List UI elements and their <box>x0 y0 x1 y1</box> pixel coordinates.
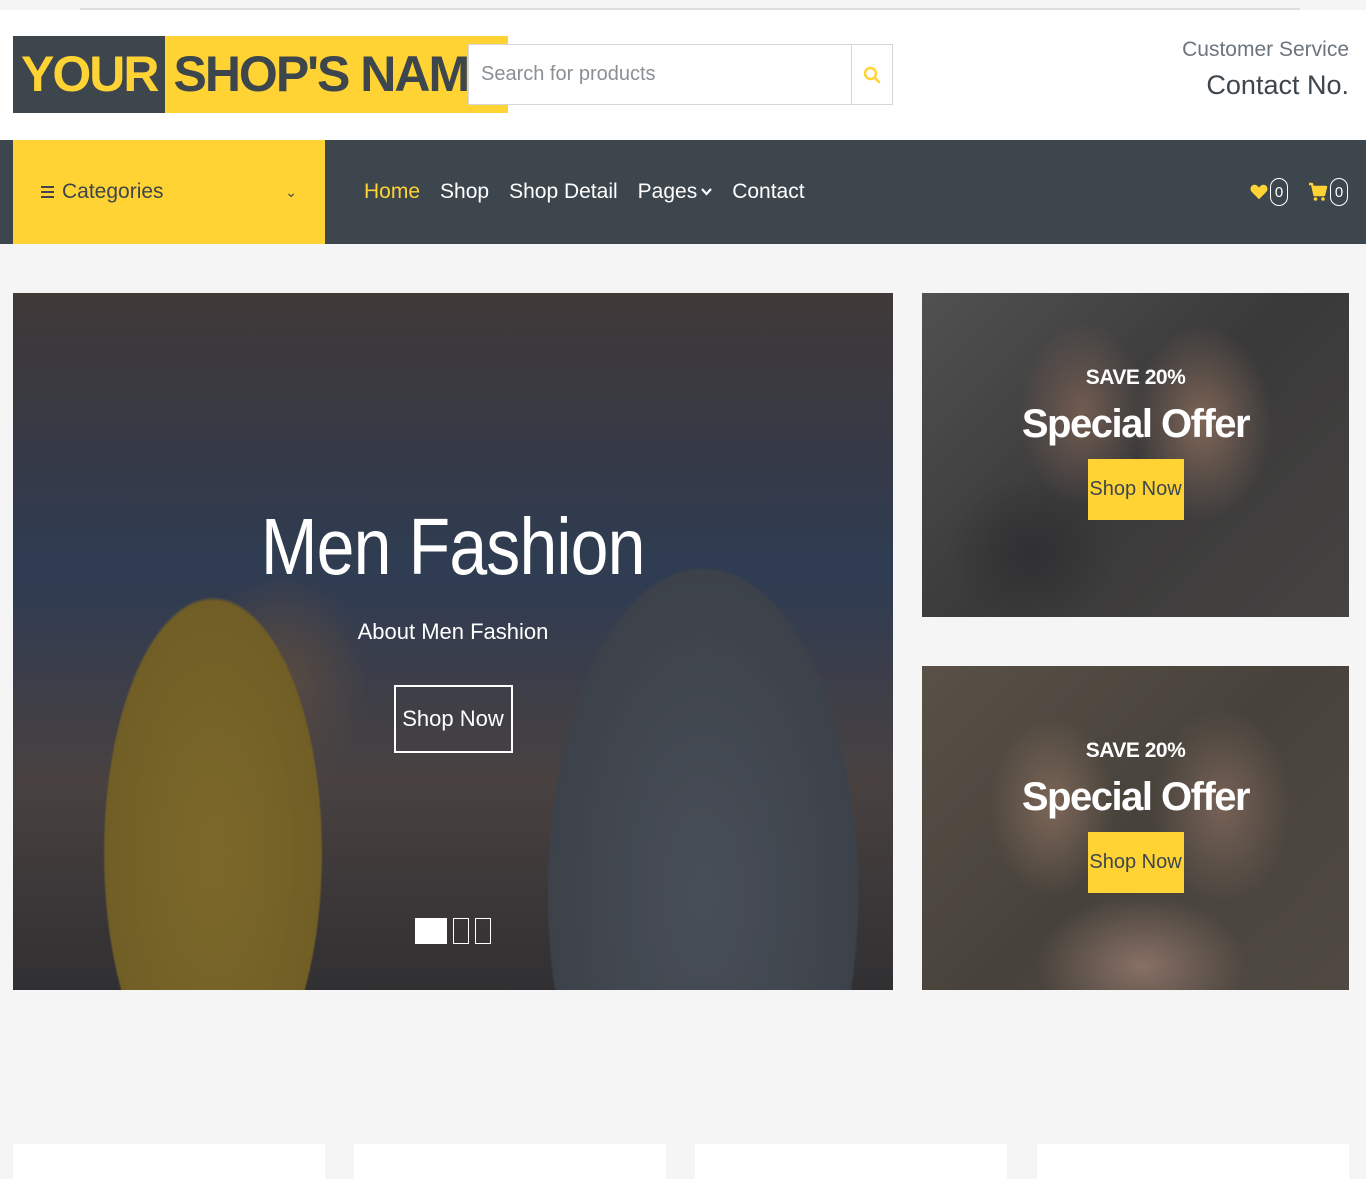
wishlist-button[interactable]: 0 <box>1250 178 1288 206</box>
cart-icon <box>1309 182 1328 201</box>
hero-subtitle: About Men Fashion <box>357 619 549 644</box>
offer-banner-1: SAVE 20% Special Offer Shop Now <box>922 293 1349 617</box>
nav-pages-label: Pages <box>637 180 698 203</box>
main-navbar: Categories ⌄ Home Shop Shop Detail Pages… <box>0 140 1366 244</box>
offer-title: Special Offer <box>1021 775 1251 819</box>
nav-links: Home Shop Shop Detail Pages Contact <box>364 140 805 244</box>
feature-card <box>1037 1144 1349 1179</box>
nav-home[interactable]: Home <box>364 180 420 204</box>
carousel-indicators <box>415 918 491 944</box>
chevron-down-icon: ⌄ <box>285 183 297 200</box>
logo-part-1: YOUR <box>13 36 166 113</box>
caret-down-icon <box>701 188 713 196</box>
customer-service-label: Customer Service <box>1182 38 1349 61</box>
wishlist-count: 0 <box>1270 178 1288 206</box>
categories-dropdown[interactable]: Categories ⌄ <box>13 140 325 244</box>
cart-count: 0 <box>1330 178 1348 206</box>
hero-title: Men Fashion <box>261 502 646 591</box>
nav-contact[interactable]: Contact <box>732 180 804 204</box>
offer-shop-now-button[interactable]: Shop Now <box>1087 459 1184 520</box>
search-input[interactable] <box>469 45 851 104</box>
carousel-indicator-2[interactable] <box>453 918 469 944</box>
nav-shop[interactable]: Shop <box>440 180 489 204</box>
nav-icons: 0 0 <box>1250 140 1348 244</box>
logo-part-2: SHOP'S NAME <box>165 36 508 113</box>
offer-save-label: SAVE 20% <box>1085 366 1186 389</box>
hero-carousel: Men Fashion About Men Fashion Shop Now <box>13 293 893 990</box>
cart-button[interactable]: 0 <box>1308 178 1348 206</box>
categories-label: Categories <box>62 180 164 203</box>
feature-card <box>13 1144 325 1179</box>
contact-number: Contact No. <box>1206 70 1349 100</box>
offer-title: Special Offer <box>1021 402 1251 446</box>
heart-icon <box>1250 184 1268 200</box>
nav-pages[interactable]: Pages <box>638 180 713 204</box>
offer-save-label: SAVE 20% <box>1085 739 1186 762</box>
search-bar <box>468 44 893 105</box>
feature-card <box>354 1144 666 1179</box>
search-icon <box>863 66 881 83</box>
offer-shop-now-button[interactable]: Shop Now <box>1087 832 1184 893</box>
hero-shop-now-button[interactable]: Shop Now <box>393 685 513 753</box>
carousel-indicator-1[interactable] <box>415 918 447 944</box>
site-header: YOUR SHOP'S NAME Customer Service Contac… <box>0 10 1366 140</box>
feature-card <box>695 1144 1007 1179</box>
hero-caption: Men Fashion About Men Fashion Shop Now <box>13 293 893 990</box>
nav-shop-detail[interactable]: Shop Detail <box>509 180 618 204</box>
menu-bars-icon <box>41 183 54 201</box>
customer-service: Customer Service Contact No. <box>1182 38 1349 101</box>
offer-banner-2: SAVE 20% Special Offer Shop Now <box>922 666 1349 990</box>
carousel-indicator-3[interactable] <box>475 918 491 944</box>
search-button[interactable] <box>851 45 892 104</box>
shop-logo[interactable]: YOUR SHOP'S NAME <box>13 36 508 113</box>
